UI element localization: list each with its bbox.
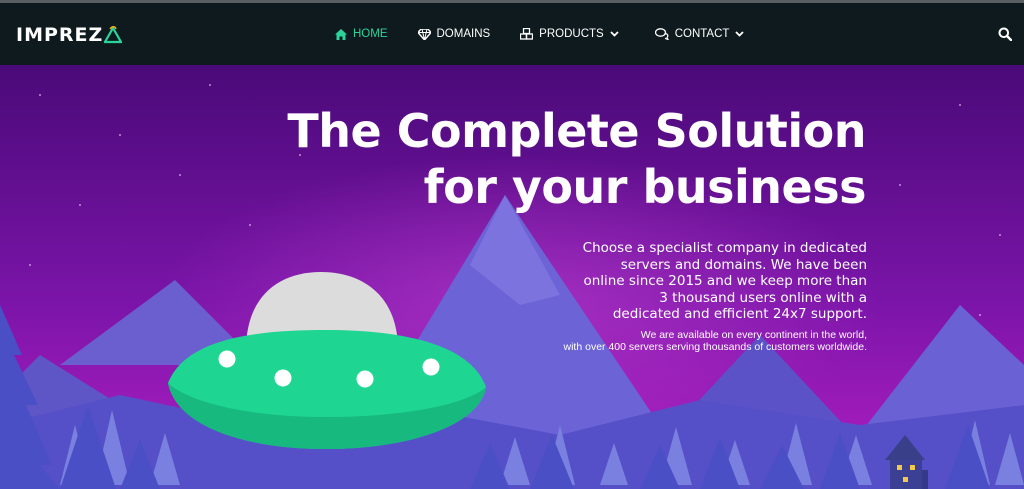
hero-description-line: 3 thousand users online with a — [659, 289, 867, 306]
navbar: IMPREZ HOME DOMAINS PRODUCTS CONTACT — [0, 3, 1024, 65]
hero-description-line: online since 2015 and we keep more than — [583, 273, 867, 289]
hero-section: The Complete Solution for your business … — [0, 65, 1024, 489]
hero-description-line: Choose a specialist company in dedicated — [582, 240, 867, 256]
hero-note-line: We are available on every continent in t… — [640, 329, 867, 341]
home-icon — [335, 28, 347, 40]
search-icon[interactable] — [998, 27, 1012, 41]
hero-note: We are available on every continent in t… — [487, 329, 867, 353]
logo-triangle-icon — [104, 26, 123, 44]
nav-products[interactable]: PRODUCTS — [520, 28, 625, 40]
cubes-icon — [520, 28, 534, 40]
nav-domains-label: DOMAINS — [436, 28, 491, 40]
main-nav: HOME DOMAINS PRODUCTS CONTACT — [335, 3, 780, 65]
diamond-icon — [417, 28, 431, 40]
nav-products-label: PRODUCTS — [539, 28, 604, 40]
hero-description-line: dedicated and efficient 24x7 support. — [612, 306, 867, 322]
hero-title-line-2: for your business — [423, 160, 867, 214]
chevron-down-icon — [610, 31, 619, 37]
hero-headline: The Complete Solution for your business — [287, 103, 866, 215]
hero-title-line-1: The Complete Solution — [287, 104, 866, 158]
chevron-down-icon — [735, 31, 745, 37]
nav-home-label: HOME — [353, 28, 388, 40]
nav-home[interactable]: HOME — [335, 28, 388, 40]
logo-text: IMPREZ — [16, 24, 104, 46]
nav-contact-label: CONTACT — [674, 28, 730, 40]
chat-icon — [654, 28, 669, 40]
hero-note-line: with over 400 servers serving thousands … — [563, 341, 867, 353]
hero-description-line: servers and domains. We have been — [620, 256, 867, 273]
nav-domains[interactable]: DOMAINS — [417, 28, 491, 40]
logo[interactable]: IMPREZ — [16, 20, 123, 50]
hero-description: Choose a specialist company in dedicated… — [507, 240, 867, 323]
nav-contact[interactable]: CONTACT — [654, 28, 751, 40]
